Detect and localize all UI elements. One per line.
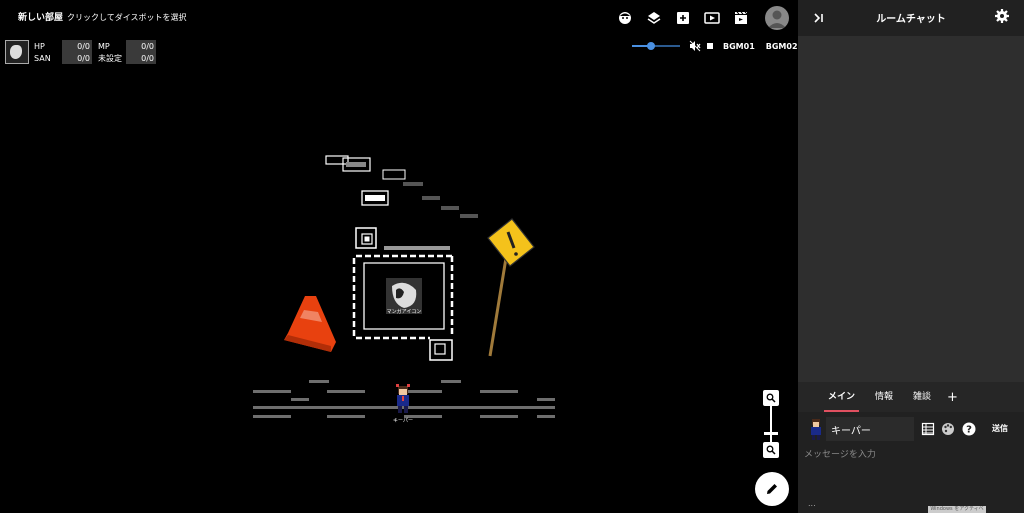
- tab-info[interactable]: 情報: [871, 382, 897, 412]
- palette-icon[interactable]: [941, 421, 955, 435]
- user-account-icon[interactable]: [765, 6, 789, 30]
- activation-watermark: Windows をアクティベート: [928, 506, 986, 513]
- dicebot-hint[interactable]: クリックしてダイスボットを選択: [67, 13, 187, 22]
- traffic-cone: [284, 296, 336, 352]
- status-label: HP: [34, 41, 45, 51]
- layers-icon[interactable]: [643, 8, 665, 28]
- status-value: 0/0: [126, 52, 156, 64]
- status-table: HP 0/0 MP 0/0 SAN 0/0 未設定 0/0: [32, 40, 156, 64]
- tab-chatter[interactable]: 雑談: [909, 382, 935, 412]
- zoom-out-button[interactable]: [763, 442, 779, 458]
- add-tab-button[interactable]: +: [947, 390, 958, 405]
- chat-header: ルームチャット: [798, 0, 1024, 36]
- status-label: SAN: [34, 53, 51, 63]
- volume-slider[interactable]: [632, 40, 680, 52]
- audio-controls: BGM01 BGM02: [632, 40, 798, 52]
- status-value: 0/0: [62, 40, 92, 52]
- stop-icon[interactable]: [707, 43, 713, 49]
- mute-icon[interactable]: [689, 40, 701, 52]
- bgm02-button[interactable]: BGM02: [766, 42, 798, 51]
- top-toolbar: [614, 6, 789, 30]
- add-box-icon[interactable]: [672, 8, 694, 28]
- status-avatar[interactable]: [5, 40, 29, 64]
- message-input[interactable]: [802, 445, 1020, 485]
- character-token[interactable]: キーパー: [393, 384, 413, 424]
- stamp-label: マンガアイコン: [386, 309, 422, 315]
- central-frame: [352, 227, 454, 361]
- help-icon[interactable]: ?: [962, 421, 976, 436]
- status-label: 未設定: [98, 53, 122, 63]
- zoom-out-icon: [766, 445, 776, 455]
- chat-tabs: メイン 情報 雑談 +: [798, 382, 1024, 412]
- play-video-icon[interactable]: [701, 8, 723, 28]
- status-label: MP: [98, 41, 110, 51]
- chat-log[interactable]: [798, 36, 1024, 382]
- zoom-in-button[interactable]: [763, 390, 779, 406]
- send-button[interactable]: 送信: [992, 423, 1008, 434]
- composer-footer: ...: [808, 499, 816, 508]
- pencil-icon: [767, 484, 777, 494]
- volume-slider-thumb[interactable]: [647, 42, 656, 50]
- chat-title: ルームチャット: [876, 14, 946, 25]
- token-label: キーパー: [393, 418, 413, 424]
- warning-sign: [487, 218, 535, 357]
- chat-composer: ? 送信 ... Windows をアクティベート: [798, 412, 1024, 513]
- character-status-panel: HP 0/0 MP 0/0 SAN 0/0 未設定 0/0: [5, 40, 156, 64]
- status-row: HP 0/0 MP 0/0: [32, 40, 156, 52]
- tab-main[interactable]: メイン: [824, 382, 860, 412]
- game-stage[interactable]: 新しい部屋 クリックしてダイスボットを選択 HP 0/0 MP 0/0 SAN 0…: [0, 0, 798, 513]
- zoom-in-icon: [766, 393, 776, 403]
- table-scene: [253, 155, 555, 418]
- bgm01-button[interactable]: BGM01: [723, 42, 755, 51]
- zoom-track: [770, 406, 772, 444]
- clapperboard-icon[interactable]: [730, 8, 752, 28]
- room-title[interactable]: 新しい部屋: [18, 13, 63, 23]
- status-value: 0/0: [126, 40, 156, 52]
- edit-fab-button[interactable]: [755, 472, 789, 506]
- zoom-slider-knob[interactable]: [764, 432, 778, 435]
- character-sprite: [396, 384, 410, 413]
- status-value: 0/0: [62, 52, 92, 64]
- status-row: SAN 0/0 未設定 0/0: [32, 52, 156, 64]
- table-list-icon[interactable]: [921, 421, 935, 436]
- floating-cards: [325, 155, 478, 218]
- room-chat-panel: ルームチャット メイン 情報 雑談 + ? 送信 ... Windows をアク…: [798, 0, 1024, 513]
- zoom-control: [763, 390, 779, 460]
- character-icon[interactable]: [614, 8, 636, 28]
- character-name-field[interactable]: [826, 417, 914, 441]
- gear-icon[interactable]: [994, 8, 1010, 24]
- svg-text:?: ?: [966, 425, 972, 436]
- room-title-bar[interactable]: 新しい部屋 クリックしてダイスボットを選択: [18, 10, 187, 23]
- speaker-avatar[interactable]: [809, 418, 823, 440]
